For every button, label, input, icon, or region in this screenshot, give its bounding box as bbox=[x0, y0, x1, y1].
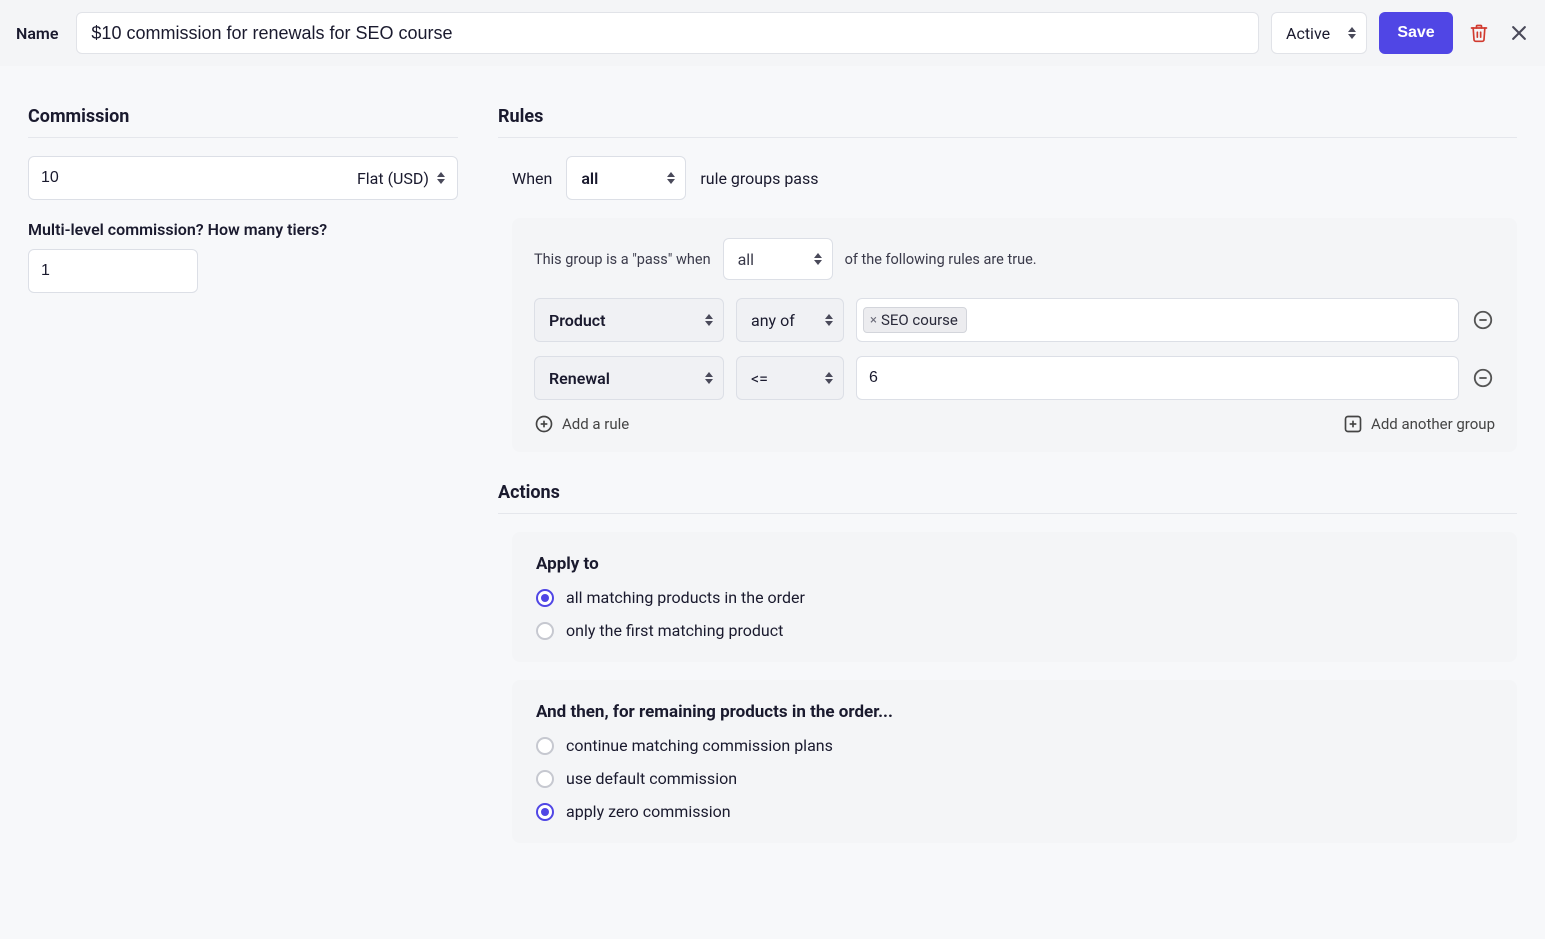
name-input[interactable] bbox=[76, 12, 1259, 54]
chevron-updown-icon bbox=[814, 253, 822, 265]
minus-circle-icon bbox=[1472, 309, 1494, 331]
multi-level-label: Multi-level commission? How many tiers? bbox=[28, 220, 458, 239]
group-footer: Add a rule Add another group bbox=[534, 414, 1495, 434]
actions-heading: Actions bbox=[498, 482, 1517, 514]
commission-value-input[interactable] bbox=[29, 157, 345, 199]
radio-label: continue matching commission plans bbox=[566, 736, 833, 755]
rule-field-value: Product bbox=[549, 311, 606, 330]
rule-group: This group is a "pass" when all of the f… bbox=[512, 218, 1517, 452]
rules-when-row: When all rule groups pass bbox=[512, 156, 1517, 200]
rule-operator-value: any of bbox=[751, 311, 795, 330]
remaining-option[interactable]: continue matching commission plans bbox=[536, 736, 1493, 755]
apply-to-option[interactable]: all matching products in the order bbox=[536, 588, 1493, 607]
radio-icon bbox=[536, 803, 554, 821]
commission-amount-row: Flat (USD) bbox=[28, 156, 458, 200]
rule-operator-select[interactable]: any of bbox=[736, 298, 844, 342]
rule-field-select[interactable]: Product bbox=[534, 298, 724, 342]
rule-row: Product any of × SEO course bbox=[534, 298, 1495, 342]
apply-to-card: Apply to all matching products in the or… bbox=[512, 532, 1517, 662]
group-pass-prefix: This group is a "pass" when bbox=[534, 251, 711, 268]
close-button[interactable] bbox=[1505, 19, 1533, 47]
add-group-button[interactable]: Add another group bbox=[1343, 414, 1495, 434]
radio-icon bbox=[536, 737, 554, 755]
group-pass-mode-value: all bbox=[738, 250, 754, 269]
chevron-updown-icon bbox=[705, 372, 713, 384]
plus-circle-icon bbox=[534, 414, 554, 434]
radio-label: apply zero commission bbox=[566, 802, 731, 821]
content: Commission Flat (USD) Multi-level commis… bbox=[0, 66, 1545, 901]
radio-label: all matching products in the order bbox=[566, 588, 805, 607]
chevron-updown-icon bbox=[705, 314, 713, 326]
radio-label: only the first matching product bbox=[566, 621, 783, 640]
header-bar: Name Active Save bbox=[0, 0, 1545, 66]
rule-operator-select[interactable]: <= bbox=[736, 356, 844, 400]
add-rule-button[interactable]: Add a rule bbox=[534, 414, 629, 434]
plus-square-icon bbox=[1343, 414, 1363, 434]
status-select[interactable]: Active bbox=[1271, 12, 1367, 54]
when-mode-select[interactable]: all bbox=[566, 156, 686, 200]
close-icon bbox=[1509, 23, 1529, 43]
add-rule-label: Add a rule bbox=[562, 415, 629, 433]
when-mode-value: all bbox=[581, 169, 598, 188]
tag-chip[interactable]: × SEO course bbox=[863, 307, 967, 333]
chevron-updown-icon bbox=[1348, 27, 1356, 39]
chevron-updown-icon bbox=[667, 172, 675, 184]
tiers-input[interactable] bbox=[28, 249, 198, 293]
rule-value-input[interactable]: × SEO course bbox=[856, 298, 1459, 342]
tag-label: SEO course bbox=[881, 311, 958, 329]
commission-section: Commission Flat (USD) Multi-level commis… bbox=[28, 106, 458, 861]
status-value: Active bbox=[1286, 24, 1330, 43]
apply-to-option[interactable]: only the first matching product bbox=[536, 621, 1493, 640]
radio-label: use default commission bbox=[566, 769, 737, 788]
remaining-title: And then, for remaining products in the … bbox=[536, 702, 1493, 722]
save-button[interactable]: Save bbox=[1379, 12, 1453, 54]
rule-field-value: Renewal bbox=[549, 369, 610, 388]
name-label: Name bbox=[16, 24, 58, 43]
commission-heading: Commission bbox=[28, 106, 458, 138]
radio-icon bbox=[536, 770, 554, 788]
chevron-updown-icon bbox=[825, 372, 833, 384]
when-suffix: rule groups pass bbox=[700, 169, 818, 188]
apply-to-title: Apply to bbox=[536, 554, 1493, 574]
remove-tag-icon[interactable]: × bbox=[870, 313, 877, 328]
rule-operator-value: <= bbox=[751, 369, 768, 388]
rule-value-text[interactable] bbox=[863, 361, 1452, 395]
rules-heading: Rules bbox=[498, 106, 1517, 138]
commission-type-label: Flat (USD) bbox=[357, 169, 429, 188]
rule-field-select[interactable]: Renewal bbox=[534, 356, 724, 400]
group-pass-row: This group is a "pass" when all of the f… bbox=[534, 238, 1495, 280]
radio-icon bbox=[536, 589, 554, 607]
commission-type-select[interactable]: Flat (USD) bbox=[345, 157, 457, 199]
minus-circle-icon bbox=[1472, 367, 1494, 389]
remove-rule-button[interactable] bbox=[1471, 366, 1495, 390]
chevron-updown-icon bbox=[437, 172, 445, 184]
when-prefix: When bbox=[512, 169, 552, 188]
group-pass-suffix: of the following rules are true. bbox=[845, 251, 1037, 268]
remove-rule-button[interactable] bbox=[1471, 308, 1495, 332]
remaining-option[interactable]: use default commission bbox=[536, 769, 1493, 788]
remaining-card: And then, for remaining products in the … bbox=[512, 680, 1517, 843]
chevron-updown-icon bbox=[825, 314, 833, 326]
rule-row: Renewal <= bbox=[534, 356, 1495, 400]
group-pass-mode-select[interactable]: all bbox=[723, 238, 833, 280]
remaining-option[interactable]: apply zero commission bbox=[536, 802, 1493, 821]
delete-button[interactable] bbox=[1465, 19, 1493, 47]
add-group-label: Add another group bbox=[1371, 415, 1495, 433]
rule-value-input[interactable] bbox=[856, 356, 1459, 400]
right-column: Rules When all rule groups pass This gro… bbox=[498, 106, 1517, 861]
trash-icon bbox=[1469, 23, 1489, 43]
radio-icon bbox=[536, 622, 554, 640]
